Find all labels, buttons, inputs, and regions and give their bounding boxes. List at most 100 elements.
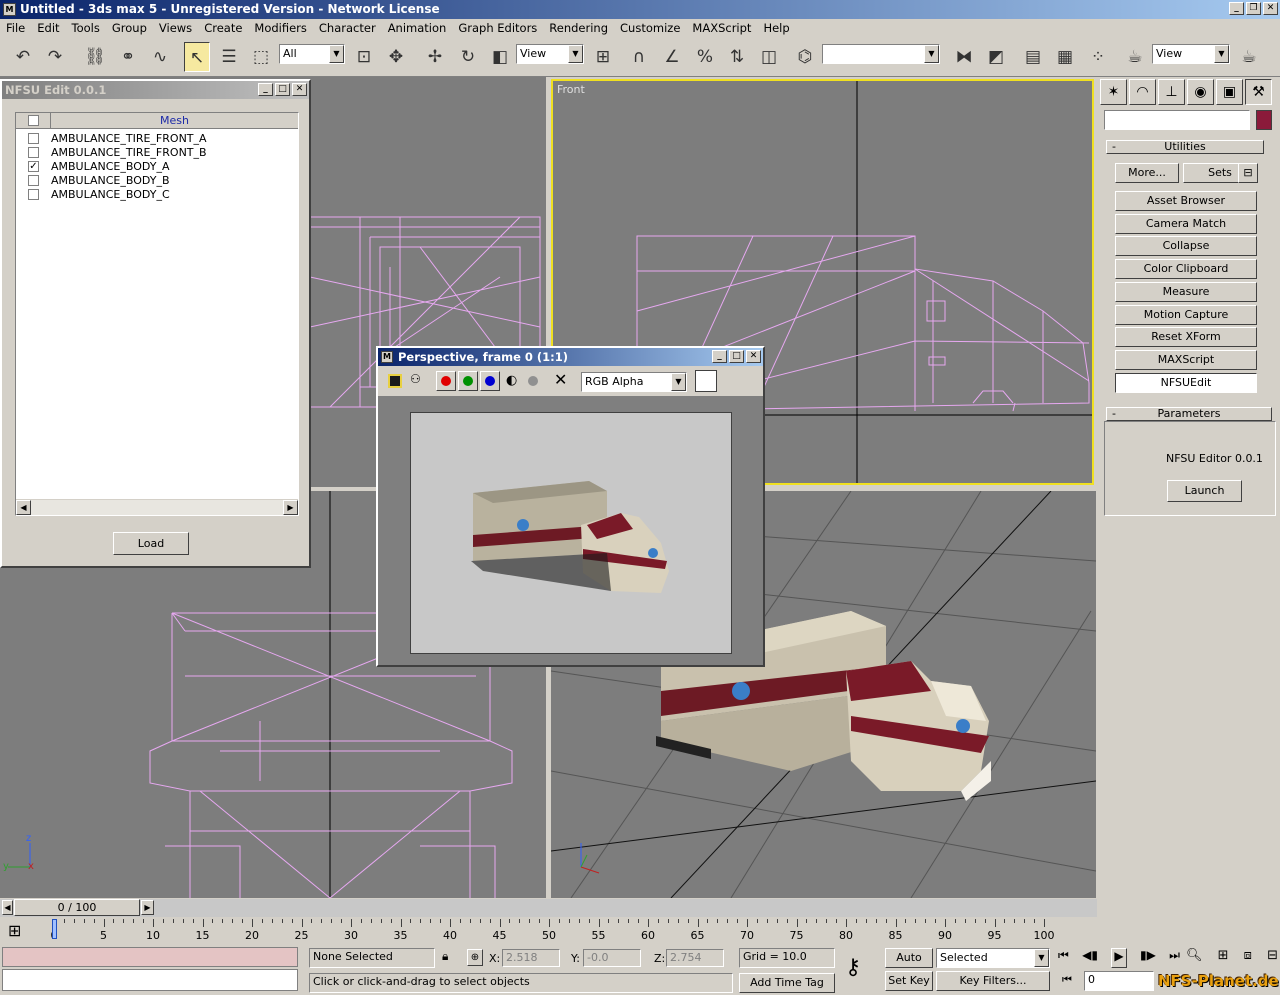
clone-icon[interactable]: ⚇ (410, 372, 421, 386)
restore-button[interactable]: ❐ (1246, 2, 1261, 15)
mesh-checkbox[interactable] (28, 188, 39, 200)
utility-button-motion-capture[interactable]: Motion Capture (1115, 304, 1257, 325)
pivot-center-icon[interactable]: ⊞ (590, 42, 616, 72)
horizontal-scrollbar[interactable]: ◀ ▶ (16, 499, 298, 515)
utility-button-maxscript[interactable]: MAXScript (1115, 349, 1257, 370)
scroll-right-icon[interactable]: ▶ (283, 500, 298, 515)
zoom-extents-all-icon[interactable]: ⊟ (1267, 948, 1278, 968)
select-by-name-icon[interactable]: ☰ (216, 42, 242, 72)
mesh-list-item[interactable]: ✓ AMBULANCE_BODY_A (16, 159, 298, 173)
object-color-swatch[interactable] (1256, 110, 1272, 130)
menu-character[interactable]: Character (313, 19, 382, 38)
schematic-view-icon[interactable]: ▦ (1052, 42, 1078, 72)
auto-key-button[interactable]: Auto Key (885, 948, 933, 982)
mesh-list-item[interactable]: AMBULANCE_BODY_B (16, 173, 298, 187)
create-tab-icon[interactable]: ✶ (1100, 79, 1127, 105)
color-swatch[interactable] (695, 370, 717, 392)
set-key-icon[interactable]: ⚷ (845, 955, 861, 980)
absolute-mode-icon[interactable]: ⊕ (467, 949, 483, 966)
quick-render-icon[interactable]: ☕ (1236, 42, 1262, 72)
track-bar[interactable]: 0510152025303540455055606570758085909510… (51, 919, 1055, 945)
mesh-list[interactable]: Mesh AMBULANCE_TIRE_FRONT_A AMBULANCE_TIR… (15, 112, 299, 516)
clear-icon[interactable]: ✕ (554, 370, 567, 389)
motion-tab-icon[interactable]: ◉ (1187, 79, 1214, 105)
render-scene-icon[interactable]: ☕ (1122, 42, 1148, 72)
utility-button-reset-xform[interactable]: Reset XForm (1115, 327, 1257, 348)
blue-channel-toggle[interactable] (480, 371, 500, 391)
minimize-button[interactable]: _ (1229, 2, 1244, 15)
previous-frame-icon[interactable]: ◀ (2, 900, 13, 915)
select-all-checkbox[interactable] (28, 115, 39, 126)
percent-snap-icon[interactable]: % (692, 42, 718, 72)
undo-icon[interactable]: ↶ (10, 42, 36, 72)
zoom-all-icon[interactable]: ⊞ (1218, 948, 1229, 968)
mesh-list-item[interactable]: AMBULANCE_TIRE_FRONT_B (16, 145, 298, 159)
move-icon[interactable]: ✢ (422, 42, 448, 72)
channel-dropdown[interactable]: RGB Alpha ▼ (581, 372, 687, 392)
close-button[interactable]: ✕ (292, 83, 307, 96)
track-bar-toggle-icon[interactable]: ⊞ (8, 921, 21, 940)
angle-snap-icon[interactable]: ∠ (659, 42, 685, 72)
edit-named-selection-icon[interactable]: ◫ (756, 42, 782, 72)
minimize-button[interactable]: _ (258, 83, 273, 96)
maxscript-output-mini[interactable] (2, 969, 298, 991)
menu-tools[interactable]: Tools (66, 19, 106, 38)
zoom-extents-icon[interactable]: ⧈ (1244, 948, 1252, 968)
bind-space-warp-icon[interactable]: ∿ (147, 42, 173, 72)
display-tab-icon[interactable]: ▣ (1216, 79, 1243, 105)
key-mode-toggle-icon[interactable]: ⏮︎ (1062, 973, 1072, 987)
scroll-left-icon[interactable]: ◀ (16, 500, 31, 515)
menu-create[interactable]: Create (198, 19, 248, 38)
menu-file[interactable]: File (0, 19, 31, 38)
x-coordinate-field[interactable]: 2.518 (502, 949, 560, 967)
rectangular-selection-icon[interactable]: ⬚ (248, 42, 274, 72)
reference-coord-dropdown[interactable]: View ▼ (516, 44, 584, 64)
key-mode-dropdown[interactable]: Selected ▼ (936, 948, 1050, 968)
key-filters-button[interactable]: Key Filters... (936, 971, 1050, 991)
y-coordinate-field[interactable]: -0.0 (583, 949, 641, 967)
next-frame-icon[interactable]: ▶ (141, 900, 154, 915)
named-selection-dropdown[interactable]: ▼ (822, 44, 940, 64)
menu-group[interactable]: Group (106, 19, 153, 38)
close-button[interactable]: ✕ (746, 350, 761, 363)
zoom-icon[interactable]: 🔍︎ (1186, 948, 1203, 968)
mesh-list-item[interactable]: AMBULANCE_TIRE_FRONT_A (16, 131, 298, 145)
add-time-tag-button[interactable]: Add Time Tag (739, 973, 835, 993)
rotate-icon[interactable]: ↻ (455, 42, 481, 72)
mesh-checkbox[interactable]: ✓ (28, 160, 39, 172)
select-object-icon[interactable]: ↖ (184, 42, 210, 72)
utility-button-measure[interactable]: Measure (1115, 281, 1257, 302)
maximize-button[interactable]: □ (275, 83, 290, 96)
mesh-checkbox[interactable] (28, 146, 39, 158)
save-icon[interactable] (388, 374, 402, 388)
scale-icon[interactable]: ◧ (487, 42, 513, 72)
configure-button-sets-icon[interactable]: ⊟ (1238, 163, 1258, 183)
previous-key-icon[interactable]: ◀▮ (1082, 948, 1098, 968)
curve-editor-icon[interactable]: ▤ (1020, 42, 1046, 72)
set-key-button[interactable]: Set Key (885, 971, 933, 991)
maximize-button[interactable]: □ (729, 350, 744, 363)
menu-rendering[interactable]: Rendering (543, 19, 614, 38)
go-to-end-icon[interactable]: ⏭︎ (1169, 948, 1180, 968)
red-channel-toggle[interactable] (436, 371, 456, 391)
render-type-dropdown[interactable]: View ▼ (1152, 44, 1230, 64)
select-and-move-icon[interactable]: ✥ (383, 42, 409, 72)
current-time-marker[interactable] (52, 919, 57, 939)
mirror-icon[interactable]: ⧓ (951, 42, 977, 72)
close-button[interactable]: ✕ (1263, 2, 1278, 15)
utility-button-nfsuedit[interactable]: NFSUEdit (1115, 372, 1257, 393)
utility-button-collapse[interactable]: Collapse (1115, 236, 1257, 257)
monochrome-icon[interactable]: ◐ (506, 373, 517, 388)
time-slider-thumb[interactable]: 0 / 100 (14, 899, 140, 916)
launch-button[interactable]: Launch (1167, 480, 1242, 502)
go-to-start-icon[interactable]: ⏮︎ (1058, 948, 1069, 968)
named-selection-abc-icon[interactable]: ⌬ (792, 42, 818, 72)
minimize-button[interactable]: _ (712, 350, 727, 363)
align-icon[interactable]: ◩ (983, 42, 1009, 72)
current-frame-field[interactable]: 0 (1084, 971, 1154, 991)
maxscript-listener-mini[interactable] (2, 947, 298, 967)
spinner-snap-icon[interactable]: ⇅ (724, 42, 750, 72)
menu-customize[interactable]: Customize (614, 19, 686, 38)
z-coordinate-field[interactable]: 2.754 (666, 949, 724, 967)
play-icon[interactable]: ▶ (1111, 948, 1127, 968)
